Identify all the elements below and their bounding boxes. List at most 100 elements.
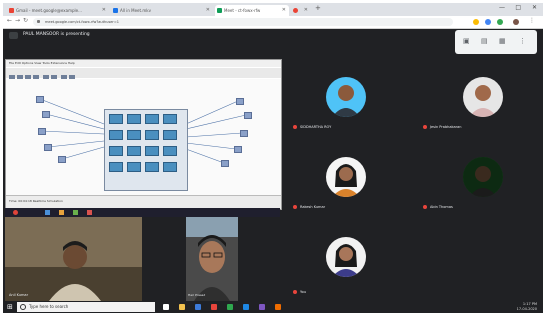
participant-indicator xyxy=(293,290,297,294)
webcam-video xyxy=(186,217,238,301)
shared-screen: File Edit Options View Tools Extensions … xyxy=(5,59,282,210)
app-icon[interactable] xyxy=(275,304,281,310)
new-tab-icon[interactable]: + xyxy=(315,4,321,12)
participant-name: Jesin Prabhakaran xyxy=(430,125,462,129)
clock-date: 17-04-2020 xyxy=(516,307,537,311)
participant-avatar xyxy=(463,157,503,197)
file-explorer-icon[interactable] xyxy=(179,304,185,310)
tab-label: Gmail - meet.google@example... xyxy=(16,8,82,13)
close-window-icon[interactable]: ✕ xyxy=(532,4,537,11)
app-icon[interactable] xyxy=(259,304,265,310)
extension-icon[interactable] xyxy=(497,19,503,25)
pc-node[interactable] xyxy=(58,156,66,163)
app-menu-bar: File Edit Options View Tools Extensions … xyxy=(6,60,281,67)
pc-node[interactable] xyxy=(244,112,252,119)
record-icon xyxy=(293,8,298,13)
extension-icon[interactable] xyxy=(485,19,491,25)
app-icon xyxy=(45,210,50,215)
meet-icon xyxy=(217,8,222,13)
participant-tile[interactable]: SIDDHARTHA ROY xyxy=(293,73,403,133)
back-icon[interactable]: ← xyxy=(7,17,12,24)
app-icon xyxy=(73,210,78,215)
participant-name: Abin Thomas xyxy=(430,205,453,209)
webcam-tile[interactable]: Anil Kumar xyxy=(5,217,142,301)
participant-name: Rakesh Kumar xyxy=(300,205,326,209)
tab-meet[interactable]: Meet - ct-fowx-rfw ✕ xyxy=(215,5,289,16)
participant-avatar xyxy=(326,237,366,277)
windows-taskbar: ⊞ Type here to search 1:17 PM 17-04-2020 xyxy=(3,301,543,313)
task-view-icon[interactable] xyxy=(163,304,169,310)
participant-name: You xyxy=(300,290,307,294)
app-icon[interactable] xyxy=(243,304,249,310)
url-field[interactable]: meet.google.com/ct-fowx-rfw?authuser=1 xyxy=(33,18,453,26)
system-clock[interactable]: 1:17 PM 17-04-2020 xyxy=(517,302,537,312)
reload-icon[interactable]: ↻ xyxy=(23,17,28,24)
presenter-taskbar xyxy=(5,208,280,217)
pc-node[interactable] xyxy=(236,98,244,105)
app-icon xyxy=(87,210,92,215)
tab-gmail[interactable]: Gmail - meet.google@example... ✕ xyxy=(7,5,109,16)
close-icon[interactable]: ✕ xyxy=(304,5,308,16)
gmail-icon xyxy=(9,8,14,13)
maximize-icon[interactable]: □ xyxy=(515,4,521,11)
app-toolbar xyxy=(6,68,281,81)
participant-avatar xyxy=(326,157,366,197)
stop-presenting-button[interactable] xyxy=(13,210,18,215)
meeting-controls: ▣ ▤ ▦ ⋮ xyxy=(455,30,537,54)
webcam-tile[interactable]: Hari Prasad xyxy=(186,217,238,301)
chat-icon[interactable]: ▤ xyxy=(481,37,488,45)
people-icon[interactable]: ▣ xyxy=(463,37,470,45)
close-icon[interactable]: ✕ xyxy=(282,5,286,16)
participant-avatar xyxy=(326,77,366,117)
more-options-icon[interactable]: ⋮ xyxy=(519,37,526,45)
screen-share-icon xyxy=(9,32,18,39)
mail-icon[interactable] xyxy=(195,304,201,310)
profile-avatar[interactable] xyxy=(513,19,519,25)
lock-icon xyxy=(37,20,40,23)
address-bar: ← → ↻ meet.google.com/ct-fowx-rfw?authus… xyxy=(3,16,543,29)
url-text: meet.google.com/ct-fowx-rfw?authuser=1 xyxy=(45,20,120,24)
layout-icon[interactable]: ▦ xyxy=(499,37,506,45)
webcam-video xyxy=(5,217,142,301)
participant-tile[interactable]: Rakesh Kumar xyxy=(293,153,403,213)
participant-indicator xyxy=(423,125,427,129)
menu-icon[interactable]: ⋮ xyxy=(529,17,535,24)
search-input[interactable]: Type here to search xyxy=(17,302,155,312)
video-icon xyxy=(113,8,118,13)
tab-label: Meet - ct-fowx-rfw xyxy=(224,8,261,13)
close-icon[interactable]: ✕ xyxy=(206,5,210,16)
tab-label: All in Meet.mkv xyxy=(120,8,151,13)
participant-name: SIDDHARTHA ROY xyxy=(300,125,332,129)
app-icon[interactable] xyxy=(227,304,233,310)
participant-tile[interactable]: Abin Thomas xyxy=(423,153,533,213)
screen: Gmail - meet.google@example... ✕ All in … xyxy=(3,3,543,313)
tab-strip: Gmail - meet.google@example... ✕ All in … xyxy=(3,3,543,16)
webcam-name: Hari Prasad xyxy=(188,293,206,297)
minimize-icon[interactable]: — xyxy=(499,4,505,11)
close-icon[interactable]: ✕ xyxy=(102,5,106,16)
tab-recording[interactable]: ✕ xyxy=(291,5,311,16)
device-panel[interactable] xyxy=(104,109,188,191)
participant-tile[interactable]: Jesin Prabhakaran xyxy=(423,73,533,133)
participant-tile[interactable]: You xyxy=(293,233,403,294)
pc-node[interactable] xyxy=(240,130,248,137)
search-placeholder: Type here to search xyxy=(29,304,69,309)
chrome-icon[interactable] xyxy=(211,304,217,310)
forward-icon[interactable]: → xyxy=(15,17,20,24)
topology-canvas xyxy=(6,79,281,195)
extension-icon[interactable] xyxy=(473,19,479,25)
pc-node[interactable] xyxy=(42,111,50,118)
pc-node[interactable] xyxy=(221,160,229,167)
pc-node[interactable] xyxy=(36,96,44,103)
status-text: Time: 00:04:18 Realtime Simulation xyxy=(9,199,63,203)
tab-video[interactable]: All in Meet.mkv ✕ xyxy=(111,5,213,16)
participant-indicator xyxy=(293,205,297,209)
pc-node[interactable] xyxy=(234,146,242,153)
windows-start-icon[interactable]: ⊞ xyxy=(7,303,13,311)
pc-node[interactable] xyxy=(44,144,52,151)
participant-indicator xyxy=(293,125,297,129)
webcam-name: Anil Kumar xyxy=(9,293,29,297)
app-icon xyxy=(59,210,64,215)
participant-avatar xyxy=(463,77,503,117)
pc-node[interactable] xyxy=(38,128,46,135)
